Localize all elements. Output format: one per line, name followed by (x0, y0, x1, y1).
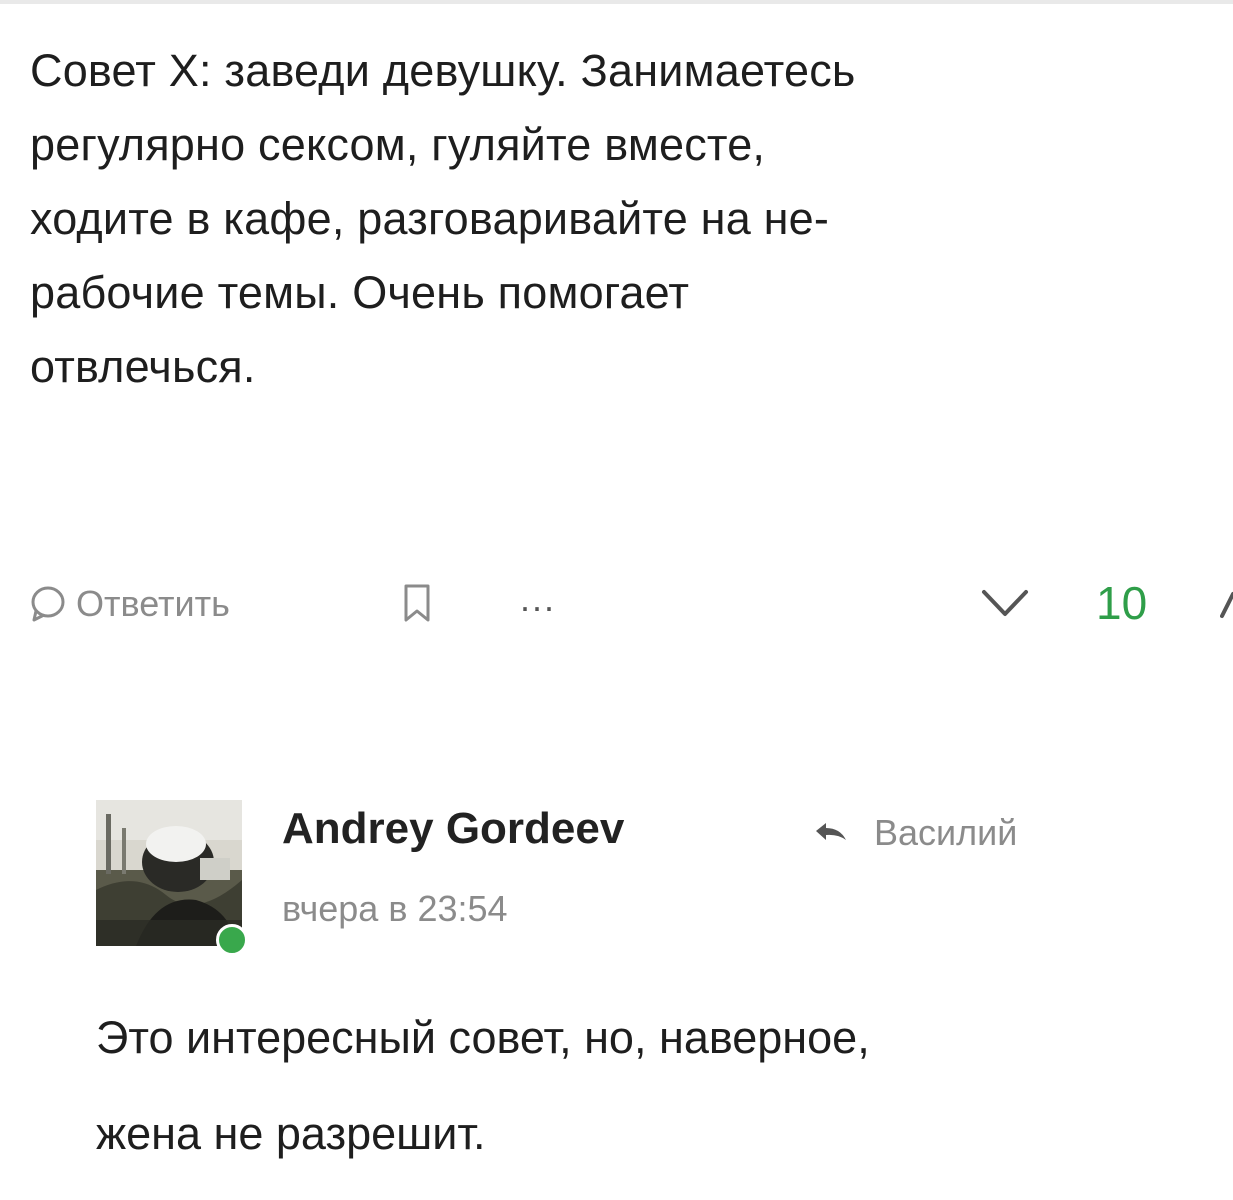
reply-line: Это интересный совет, но, наверное, (96, 1012, 870, 1063)
author-name[interactable]: Andrey Gordeev (282, 804, 624, 854)
reply-button[interactable]: Ответить (30, 572, 230, 636)
comment-line: отвлечься. (30, 341, 256, 392)
avatar[interactable] (96, 800, 242, 946)
speech-bubble-icon (31, 586, 65, 622)
timestamp: вчера в 23:54 (282, 888, 508, 929)
vote-count: 10 (1096, 577, 1148, 629)
comment-actions: Ответить ... 10 (30, 572, 1233, 636)
online-status-dot (216, 924, 248, 956)
comment-line: Совет Х: заведи девушку. Занимаетесь (30, 45, 856, 96)
reply-text: Это интересный совет, но, наверное, жена… (96, 990, 1216, 1182)
reply-line: жена не разрешит. (96, 1108, 486, 1159)
top-divider (0, 0, 1233, 4)
vote-down-button[interactable] (980, 586, 1030, 625)
bookmark-button[interactable] (402, 582, 432, 631)
reply-label: Ответить (76, 583, 230, 624)
chevron-up-icon (1220, 592, 1233, 618)
avatar-photo (96, 800, 242, 946)
more-button[interactable]: ... (520, 578, 556, 620)
comment-line: регулярно сексом, гуляйте вместе, (30, 119, 766, 170)
comment-line: ходите в кафе, разговаривайте на не- (30, 193, 830, 244)
vote-up-button[interactable] (1220, 586, 1233, 625)
reply-arrow-icon (816, 823, 846, 840)
chevron-down-icon (982, 590, 1028, 616)
bookmark-icon (404, 584, 430, 622)
comment-text: Совет Х: заведи девушку. Занимаетесь рег… (30, 34, 1220, 404)
reply-to[interactable]: Василий (814, 812, 1017, 854)
comment-line: рабочие темы. Очень помогает (30, 267, 690, 318)
reply-to-name: Василий (874, 812, 1018, 853)
